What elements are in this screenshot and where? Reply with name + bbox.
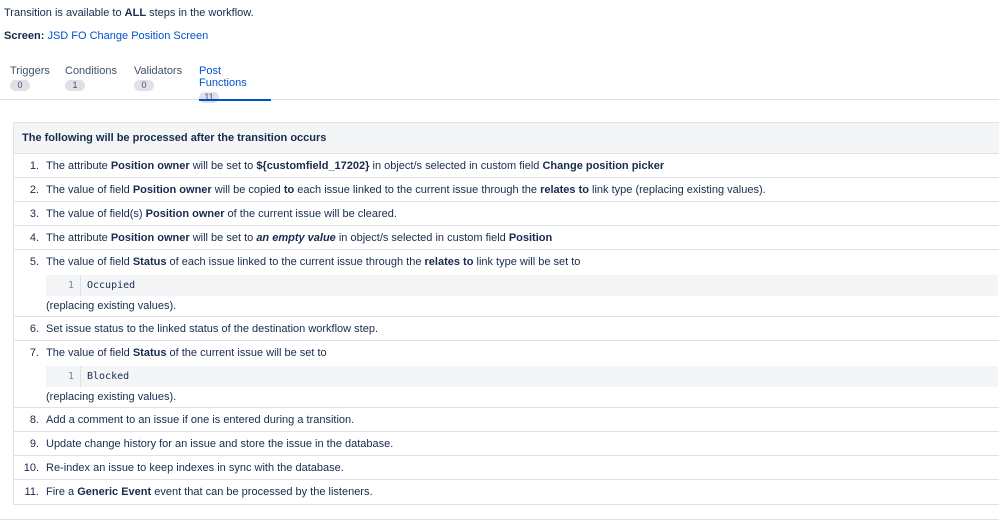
list-item: 4. The attribute Position owner will be … xyxy=(14,226,999,250)
workflow-tabs: Triggers 0 Conditions 1 Validators 0 Pos… xyxy=(0,63,999,103)
list-item: 3. The value of field(s) Position owner … xyxy=(14,202,999,226)
list-item: 6. Set issue status to the linked status… xyxy=(14,317,999,341)
divider xyxy=(0,519,999,520)
tab-post-functions[interactable]: Post Functions 11 xyxy=(199,63,271,103)
list-item: 2. The value of field Position owner wil… xyxy=(14,178,999,202)
count-badge: 1 xyxy=(65,80,85,91)
list-item: 7. The value of field Status of the curr… xyxy=(14,341,999,408)
list-item: 9. Update change history for an issue an… xyxy=(14,432,999,456)
count-badge: 0 xyxy=(10,80,30,91)
tab-validators[interactable]: Validators 0 xyxy=(134,63,182,99)
screen-label: Screen xyxy=(4,30,41,42)
tab-conditions[interactable]: Conditions 1 xyxy=(65,63,117,99)
code-block: 1 Blocked xyxy=(46,366,998,387)
list-item: 1. The attribute Position owner will be … xyxy=(14,154,999,178)
transition-availability-text: Transition is available to ALL steps in … xyxy=(4,7,254,19)
count-badge: 11 xyxy=(199,92,219,103)
panel-header: The following will be processed after th… xyxy=(14,123,999,154)
list-item: 5. The value of field Status of each iss… xyxy=(14,250,999,317)
tab-triggers[interactable]: Triggers 0 xyxy=(10,63,50,99)
count-badge: 0 xyxy=(134,80,154,91)
screen-info: Screen: JSD FO Change Position Screen xyxy=(4,30,209,42)
code-block: 1 Occupied xyxy=(46,275,998,296)
list-item: 11. Fire a Generic Event event that can … xyxy=(24,486,373,498)
list-item: 10. Re-index an issue to keep indexes in… xyxy=(14,456,999,480)
screen-link[interactable]: JSD FO Change Position Screen xyxy=(47,30,208,42)
post-functions-panel: The following will be processed after th… xyxy=(13,122,999,505)
list-item: 8. Add a comment to an issue if one is e… xyxy=(14,408,999,432)
